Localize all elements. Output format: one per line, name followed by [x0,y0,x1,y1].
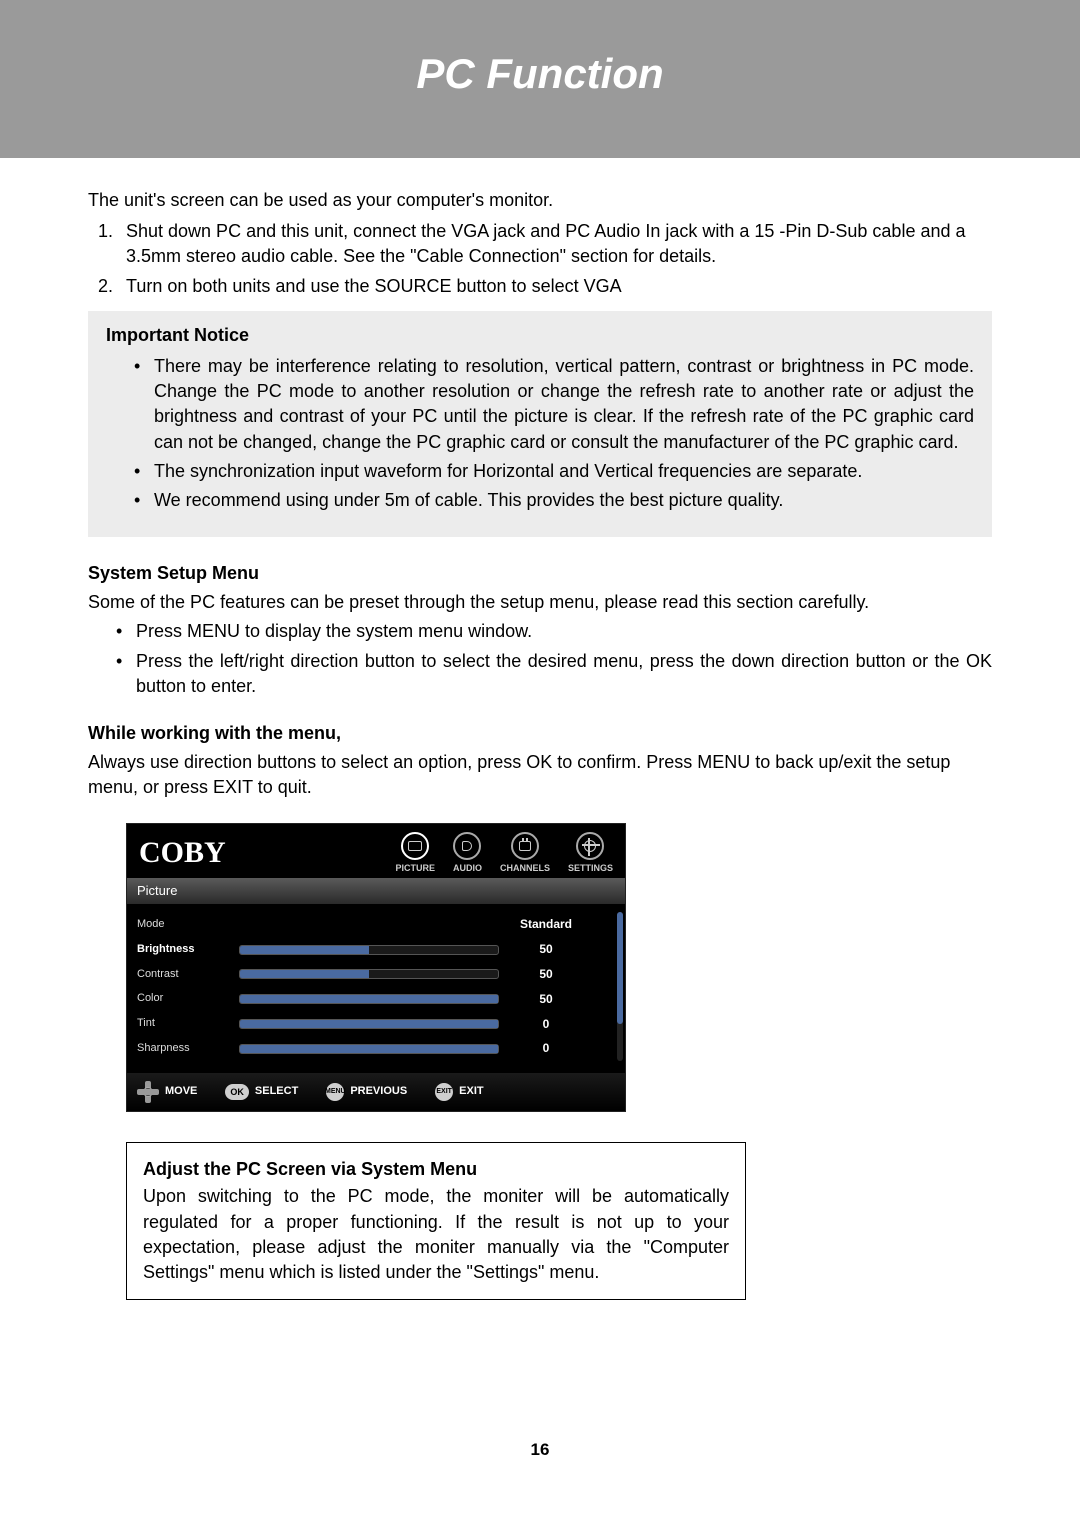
tab-picture-label: PICTURE [395,862,435,875]
tab-channels[interactable]: CHANNELS [500,832,550,875]
notice-title: Important Notice [106,323,974,348]
osd-value-color: 50 [511,991,581,1008]
osd-slider-sharpness[interactable] [239,1044,499,1054]
tab-audio-label: AUDIO [453,862,482,875]
osd-row-mode[interactable]: Mode Standard [137,912,615,937]
osd-row-sharpness[interactable]: Sharpness 0 [137,1036,615,1061]
osd-tabs: PICTURE AUDIO CHANNELS SETTINGS [395,832,613,875]
intro-text: The unit's screen can be used as your co… [88,188,992,213]
working-body: Always use direction buttons to select a… [88,750,992,800]
osd-label-contrast: Contrast [137,967,227,982]
osd-label-mode: Mode [137,917,227,932]
osd-value-mode: Standard [511,916,581,933]
adjust-title: Adjust the PC Screen via System Menu [143,1157,729,1182]
osd-value-brightness: 50 [511,941,581,958]
osd-slider-tint[interactable] [239,1019,499,1029]
exit-button-icon: EXIT [435,1083,453,1101]
osd-exit-label: EXIT [459,1084,483,1099]
notice-bullet-2: The synchronization input waveform for H… [124,459,974,484]
osd-row-contrast[interactable]: Contrast 50 [137,962,615,987]
step-2: 2. Turn on both units and use the SOURCE… [88,274,992,299]
osd-foot-exit: EXIT EXIT [435,1083,483,1101]
tab-settings-label: SETTINGS [568,862,613,875]
osd-slider-brightness[interactable] [239,945,499,955]
tab-channels-label: CHANNELS [500,862,550,875]
osd-row-brightness[interactable]: Brightness 50 [137,937,615,962]
system-menu-intro: Some of the PC features can be preset th… [88,590,992,615]
osd-label-sharpness: Sharpness [137,1041,227,1056]
channels-icon [511,832,539,860]
system-menu-bullet-1: Press MENU to display the system menu wi… [106,619,992,644]
adjust-box: Adjust the PC Screen via System Menu Upo… [126,1142,746,1300]
tab-audio[interactable]: AUDIO [453,832,482,875]
osd-slider-contrast[interactable] [239,969,499,979]
osd-previous-label: PREVIOUS [350,1084,407,1099]
osd-value-sharpness: 0 [511,1040,581,1057]
tab-settings[interactable]: SETTINGS [568,832,613,875]
osd-slider-color[interactable] [239,994,499,1004]
osd-row-tint[interactable]: Tint 0 [137,1012,615,1037]
system-menu-bullet-2: Press the left/right direction button to… [106,649,992,699]
step-2-num: 2. [98,274,126,299]
osd-value-contrast: 50 [511,966,581,983]
adjust-body: Upon switching to the PC mode, the monit… [143,1184,729,1285]
step-2-text: Turn on both units and use the SOURCE bu… [126,274,992,299]
audio-icon [453,832,481,860]
osd-select-label: SELECT [255,1084,298,1099]
picture-icon [401,832,429,860]
osd-foot-move: MOVE [137,1081,197,1103]
osd-footer: MOVE OK SELECT MENU PREVIOUS EXIT EXIT [127,1073,625,1111]
osd-row-color[interactable]: Color 50 [137,987,615,1012]
notice-bullet-1: There may be interference relating to re… [124,354,974,455]
notice-bullet-3: We recommend using under 5m of cable. Th… [124,488,974,513]
ok-button-icon: OK [225,1084,249,1101]
osd-foot-previous: MENU PREVIOUS [326,1083,407,1101]
step-1-num: 1. [98,219,126,269]
osd-move-label: MOVE [165,1084,197,1099]
osd-header: COBY PICTURE AUDIO CHANNELS SETTINGS [127,824,625,879]
dpad-icon [137,1081,159,1103]
osd-foot-select: OK SELECT [225,1084,298,1101]
page-title: PC Function [0,50,1080,98]
osd-label-brightness: Brightness [137,942,227,957]
settings-icon [576,832,604,860]
osd-body: Mode Standard Brightness 50 Contrast 50 … [127,904,625,1073]
menu-button-icon: MENU [326,1083,344,1101]
system-menu-heading: System Setup Menu [88,561,992,586]
osd-label-tint: Tint [137,1016,227,1031]
page-header: PC Function [0,0,1080,158]
page-number: 16 [0,1340,1080,1500]
osd-scrollbar[interactable] [617,912,623,1061]
step-1-text: Shut down PC and this unit, connect the … [126,219,992,269]
osd-value-tint: 0 [511,1016,581,1033]
osd-menu: COBY PICTURE AUDIO CHANNELS SETTINGS [126,823,626,1113]
step-1: 1. Shut down PC and this unit, connect t… [88,219,992,269]
tab-picture[interactable]: PICTURE [395,832,435,875]
page-content: The unit's screen can be used as your co… [0,158,1080,1300]
osd-section-header: Picture [127,878,625,904]
working-heading: While working with the menu, [88,721,992,746]
osd-label-color: Color [137,991,227,1006]
osd-logo: COBY [139,832,387,874]
important-notice-box: Important Notice There may be interferen… [88,311,992,537]
